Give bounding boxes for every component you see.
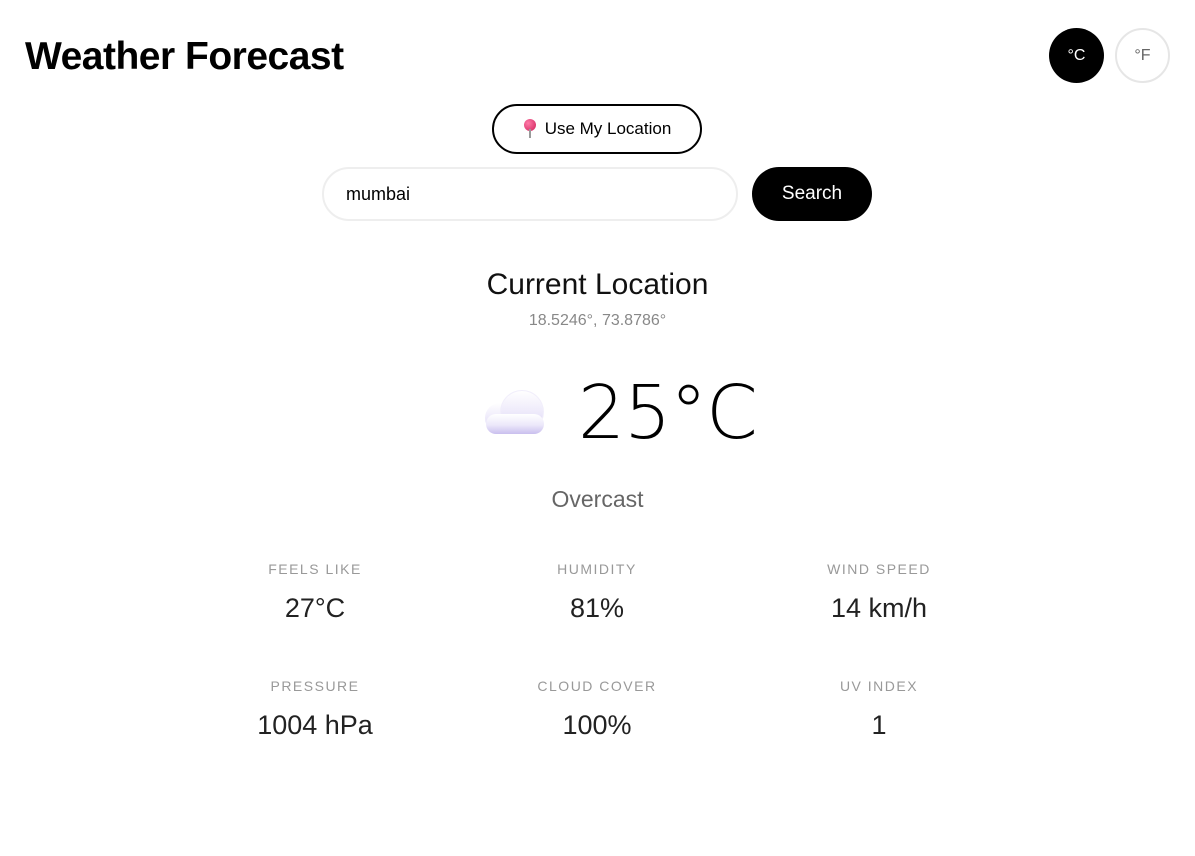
stat-value: 1004 hPa	[257, 710, 373, 740]
stat-value: 1	[871, 710, 887, 740]
unit-toggle: °C °F	[1049, 28, 1170, 83]
stat-label: WIND SPEED	[827, 561, 931, 577]
stat-label: HUMIDITY	[557, 561, 637, 577]
celsius-button[interactable]: °C	[1049, 28, 1104, 83]
stat-cloud-cover: CLOUD COVER 100%	[456, 677, 738, 742]
cloud-icon	[485, 390, 544, 434]
stat-wind-speed: WIND SPEED 14 km/h	[738, 560, 1020, 625]
stat-value: 14 km/h	[830, 593, 928, 623]
stat-feels-like: FEELS LIKE 27°C	[174, 560, 456, 625]
stat-value: 27°C	[284, 593, 346, 623]
location-name: Current Location	[486, 268, 709, 301]
stat-label: CLOUD COVER	[537, 678, 657, 694]
stat-label: FEELS LIKE	[268, 561, 362, 577]
stat-humidity: HUMIDITY 81%	[456, 560, 738, 625]
weather-stats-grid: FEELS LIKE 27°C HUMIDITY 81% WIND SPEED …	[174, 560, 1020, 742]
use-my-location-button[interactable]: Use My Location	[492, 104, 702, 154]
stat-value: 100%	[562, 710, 632, 740]
search-input[interactable]	[322, 167, 738, 221]
stat-pressure: PRESSURE 1004 hPa	[174, 677, 456, 742]
fahrenheit-button[interactable]: °F	[1115, 28, 1170, 83]
weather-condition: Overcast	[551, 486, 644, 512]
stat-value: 81%	[569, 593, 625, 623]
app-title: Weather Forecast	[25, 35, 344, 78]
search-button[interactable]: Search	[752, 167, 872, 221]
pushpin-icon	[523, 119, 537, 139]
use-my-location-label: Use My Location	[544, 119, 672, 138]
location-coordinates: 18.5246°, 73.8786°	[528, 312, 667, 329]
stat-label: UV INDEX	[839, 678, 919, 694]
stat-label: PRESSURE	[270, 678, 360, 694]
stat-uv-index: UV INDEX 1	[738, 677, 1020, 742]
current-temperature: 25°C	[578, 370, 758, 456]
